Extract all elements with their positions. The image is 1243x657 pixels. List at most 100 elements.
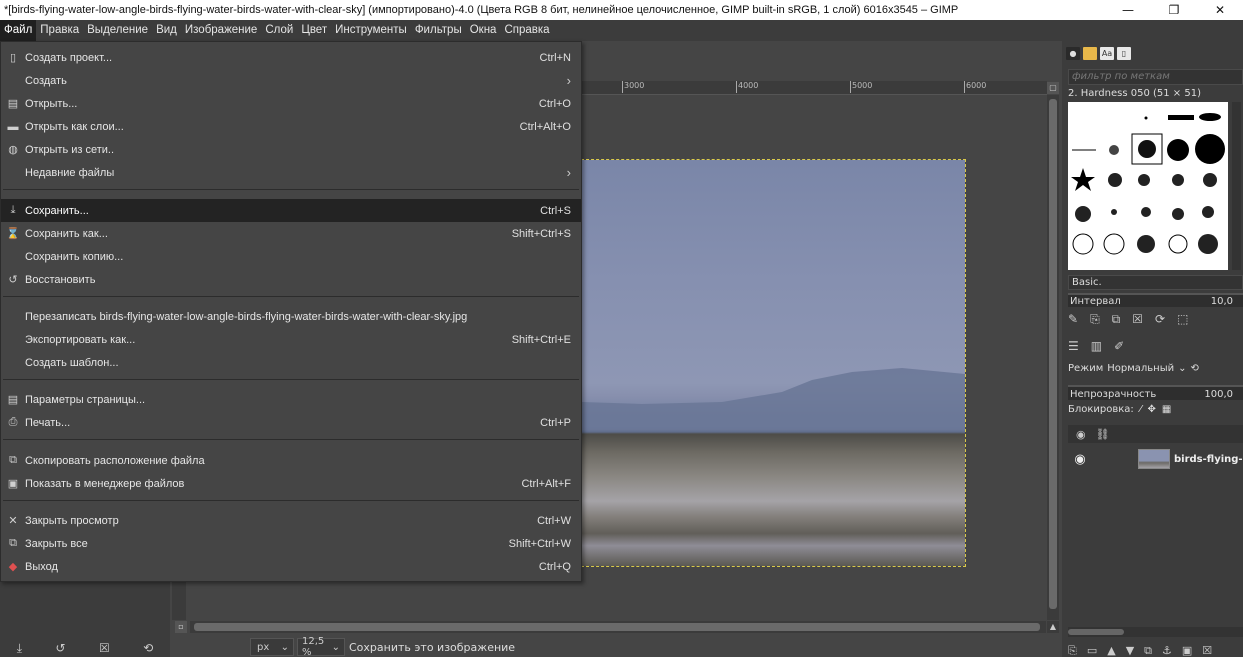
mask-layer-icon[interactable]: ▣ xyxy=(1182,644,1192,657)
open-brush-icon[interactable]: ⬚ xyxy=(1177,312,1188,327)
copy-icon: ⧉ xyxy=(9,454,17,466)
lower-layer-icon[interactable]: ▼ xyxy=(1126,644,1134,657)
layer-name[interactable]: birds-flying- xyxy=(1174,454,1243,465)
close-window-button[interactable]: ✕ xyxy=(1197,0,1243,20)
menu-layer[interactable]: Слой xyxy=(261,20,297,41)
zoom-lock-icon[interactable]: ▢ xyxy=(1047,82,1059,94)
interval-slider[interactable]: Интервал 10,0 xyxy=(1068,293,1243,307)
navigate-icon[interactable]: ▲ xyxy=(1047,621,1059,633)
menu-item-close-view[interactable]: ✕ Закрыть просмотр Ctrl+W xyxy=(1,509,581,532)
tag-filter-input[interactable]: фильтр по меткам xyxy=(1068,69,1243,85)
mode-select[interactable]: Нормальный xyxy=(1107,363,1174,374)
lock-pixels-icon[interactable]: ⁄ xyxy=(1140,404,1142,415)
menu-view[interactable]: Вид xyxy=(152,20,181,41)
anchor-layer-icon[interactable]: ⚓ xyxy=(1162,644,1172,657)
image-canvas[interactable] xyxy=(581,159,966,567)
menu-color[interactable]: Цвет xyxy=(297,20,331,41)
tab-brushes[interactable]: ● xyxy=(1066,47,1080,60)
layer-actions: ⎘ ▭ ▲ ▼ ⧉ ⚓ ▣ ☒ xyxy=(1068,644,1212,657)
lock-position-icon[interactable]: ✥ xyxy=(1147,404,1155,415)
brush-thumbnails[interactable] xyxy=(1068,102,1228,270)
menu-edit[interactable]: Правка xyxy=(36,20,83,41)
save-as-icon: ⌛ xyxy=(6,228,20,240)
mountain-silhouette xyxy=(582,368,965,430)
menu-item-export-as[interactable]: Экспортировать как... Shift+Ctrl+E xyxy=(1,328,581,351)
revert-icon: ↺ xyxy=(8,274,18,286)
menu-item-save-copy[interactable]: Сохранить копию... xyxy=(1,245,581,268)
edit-brush-icon[interactable]: ✎ xyxy=(1068,312,1078,327)
duplicate-layer-icon[interactable]: ⧉ xyxy=(1144,644,1152,657)
brush-grid[interactable] xyxy=(1068,102,1228,270)
menu-item-new[interactable]: ▯ Создать проект... Ctrl+N xyxy=(1,46,581,69)
minimize-button[interactable]: — xyxy=(1105,0,1151,20)
menu-item-print[interactable]: ⎙ Печать... Ctrl+P xyxy=(1,411,581,434)
scroll-thumb[interactable] xyxy=(1068,629,1124,635)
menu-item-open-location[interactable]: ◍ Открыть из сети.. xyxy=(1,138,581,161)
restore-icon[interactable]: ↺ xyxy=(55,641,65,655)
menu-item-create-template[interactable]: Создать шаблон... xyxy=(1,351,581,374)
tab-fonts[interactable]: Aa xyxy=(1100,47,1114,60)
new-layer-icon[interactable]: ⎘ xyxy=(1068,644,1077,657)
menu-item-open[interactable]: ▤ Открыть... Ctrl+O xyxy=(1,92,581,115)
layers-scrollbar[interactable] xyxy=(1068,627,1243,637)
duplicate-brush-icon[interactable]: ⧉ xyxy=(1112,312,1121,327)
chevron-down-icon: ⌄ xyxy=(280,641,289,653)
menu-help[interactable]: Справка xyxy=(500,20,553,41)
menu-item-close-all[interactable]: ⧉ Закрыть все Shift+Ctrl+W xyxy=(1,532,581,555)
zoom-select[interactable]: 12,5 % ⌄ xyxy=(297,636,345,657)
menu-item-label: Открыть из сети.. xyxy=(25,143,115,156)
save-options-icon[interactable]: ⤓ xyxy=(17,641,22,656)
unit-select[interactable]: px ⌄ xyxy=(250,638,294,656)
menu-item-recent[interactable]: Недавние файлы › xyxy=(1,161,581,184)
tab-patterns[interactable] xyxy=(1083,47,1097,60)
menu-item-revert[interactable]: ↺ Восстановить xyxy=(1,268,581,291)
menu-item-save-as[interactable]: ⌛ Сохранить как... Shift+Ctrl+S xyxy=(1,222,581,245)
menu-file[interactable]: Файл xyxy=(0,20,37,41)
menu-item-shortcut: Ctrl+W xyxy=(537,514,571,527)
new-brush-icon[interactable]: ⎘ xyxy=(1090,312,1100,327)
menu-windows[interactable]: Окна xyxy=(466,20,501,41)
menu-item-create[interactable]: Создать › xyxy=(1,69,581,92)
menu-tools[interactable]: Инструменты xyxy=(331,20,411,41)
menu-item-open-as-layers[interactable]: ▬ Открыть как слои... Ctrl+Alt+O xyxy=(1,115,581,138)
vertical-scrollbar[interactable] xyxy=(1047,95,1059,620)
menu-item-show-in-file-manager[interactable]: ▣ Показать в менеджере файлов Ctrl+Alt+F xyxy=(1,472,581,495)
menu-item-page-setup[interactable]: ▤ Параметры страницы... xyxy=(1,388,581,411)
menu-item-overwrite[interactable]: Перезаписать birds-flying-water-low-angl… xyxy=(1,305,581,328)
menu-item-quit[interactable]: ◆ Выход Ctrl+Q xyxy=(1,555,581,578)
delete-layer-icon[interactable]: ☒ xyxy=(1202,644,1212,657)
scroll-thumb[interactable] xyxy=(1049,99,1057,609)
tab-document[interactable]: ▯ xyxy=(1117,47,1131,60)
eye-icon[interactable]: ◉ xyxy=(1068,452,1092,467)
layer-thumbnail xyxy=(1138,449,1170,469)
maximize-button[interactable]: ❐ xyxy=(1151,0,1197,20)
menu-select[interactable]: Выделение xyxy=(83,20,152,41)
raise-layer-icon[interactable]: ▲ xyxy=(1107,644,1115,657)
new-icon: ▯ xyxy=(9,52,17,64)
menu-filters[interactable]: Фильтры xyxy=(411,20,466,41)
channels-tab-icon[interactable]: ▥ xyxy=(1091,339,1102,353)
layers-tab-icon[interactable]: ☰ xyxy=(1068,339,1079,353)
menu-item-copy-location[interactable]: ⧉ Скопировать расположение файла xyxy=(1,449,581,472)
delete-icon[interactable]: ☒ xyxy=(99,641,110,655)
brush-preset-select[interactable]: Basic. xyxy=(1068,275,1243,290)
horizontal-scrollbar[interactable] xyxy=(190,621,1046,633)
refresh-brushes-icon[interactable]: ⟳ xyxy=(1155,312,1165,327)
lock-alpha-icon[interactable]: ▦ xyxy=(1162,404,1171,415)
menu-item-shortcut: Shift+Ctrl+W xyxy=(508,537,571,550)
opacity-slider[interactable]: Непрозрачность 100,0 xyxy=(1068,385,1243,400)
delete-brush-icon[interactable]: ☒ xyxy=(1132,312,1143,327)
menu-separator xyxy=(3,439,579,440)
layer-row[interactable]: ◉ birds-flying- xyxy=(1068,445,1243,473)
save-icon: ⤓ xyxy=(10,204,16,216)
quick-mask-icon[interactable]: ▫ xyxy=(175,621,187,633)
scroll-thumb[interactable] xyxy=(194,623,1040,631)
menu-image[interactable]: Изображение xyxy=(181,20,261,41)
mode-reset-icon[interactable]: ⟲ xyxy=(1191,363,1199,374)
paths-tab-icon[interactable]: ✐ xyxy=(1114,339,1124,353)
menu-item-save[interactable]: ⤓ Сохранить... Ctrl+S xyxy=(1,199,581,222)
brush-scrollbar[interactable] xyxy=(1232,102,1241,270)
new-group-icon[interactable]: ▭ xyxy=(1087,644,1097,657)
reset-icon[interactable]: ⟲ xyxy=(143,641,153,655)
menu-item-shortcut: Ctrl+P xyxy=(540,416,571,429)
